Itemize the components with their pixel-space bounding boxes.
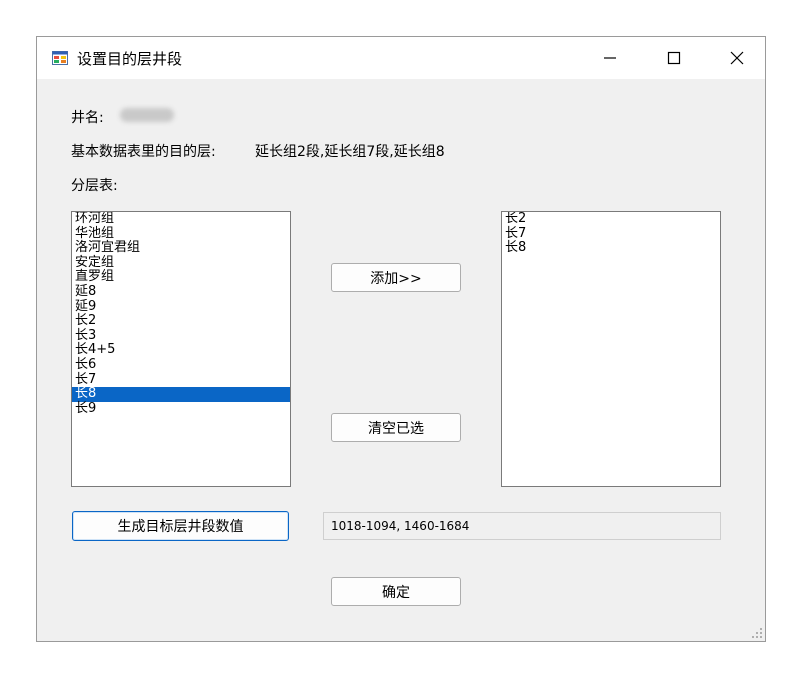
list-item[interactable]: 延9 (72, 299, 290, 315)
maximize-button[interactable] (646, 37, 702, 79)
minimize-button[interactable] (582, 37, 638, 79)
well-name-value-redacted (120, 108, 174, 122)
target-layers-value: 延长组2段,延长组7段,延长组8 (255, 144, 445, 160)
list-item[interactable]: 长7 (72, 372, 290, 388)
list-item[interactable]: 长7 (502, 226, 720, 242)
list-item[interactable]: 长8 (502, 241, 720, 256)
list-item[interactable]: 华池组 (72, 226, 290, 242)
close-icon (730, 51, 744, 65)
add-button[interactable]: 添加>> (331, 263, 461, 292)
list-item[interactable]: 长3 (72, 328, 290, 344)
title-bar[interactable]: 设置目的层井段 (37, 37, 765, 79)
list-item[interactable]: 长8 (72, 387, 290, 402)
dialog-window: 设置目的层井段 井名: 基本数据表里的目的层: 延长组2段,延长组7段,延长组8… (36, 36, 766, 642)
minimize-icon (604, 57, 616, 59)
list-item[interactable]: 长2 (502, 212, 720, 227)
well-name-label: 井名: (71, 110, 104, 126)
clear-selected-button[interactable]: 清空已选 (331, 413, 461, 442)
maximize-icon (667, 51, 681, 65)
list-item[interactable]: 直罗组 (72, 270, 290, 285)
resize-grip-icon[interactable] (751, 627, 763, 639)
ok-button[interactable]: 确定 (331, 577, 461, 606)
list-item[interactable]: 安定组 (72, 255, 290, 271)
list-item[interactable]: 环河组 (72, 212, 290, 227)
layer-table-label: 分层表: (71, 178, 118, 194)
list-item[interactable]: 洛河宜君组 (72, 241, 290, 256)
app-window-icon (52, 51, 68, 65)
generate-interval-button[interactable]: 生成目标层井段数值 (72, 511, 289, 541)
list-item[interactable]: 长2 (72, 314, 290, 329)
list-item[interactable]: 长6 (72, 358, 290, 373)
selected-layers-listbox[interactable]: 长2 长7 长8 (501, 211, 721, 487)
list-item[interactable]: 长4+5 (72, 343, 290, 358)
window-title: 设置目的层井段 (77, 50, 183, 68)
close-button[interactable] (709, 37, 765, 79)
layer-listbox[interactable]: 环河组 华池组 洛河宜君组 安定组 直罗组 延8 延9 长2 长3 长4+5 长6 长7 长8 长9 (71, 211, 291, 487)
list-item[interactable]: 长9 (72, 401, 290, 417)
target-layers-label: 基本数据表里的目的层: (71, 144, 216, 160)
list-item[interactable]: 延8 (72, 285, 290, 300)
interval-result-field[interactable]: 1018-1094, 1460-1684 (323, 512, 721, 540)
